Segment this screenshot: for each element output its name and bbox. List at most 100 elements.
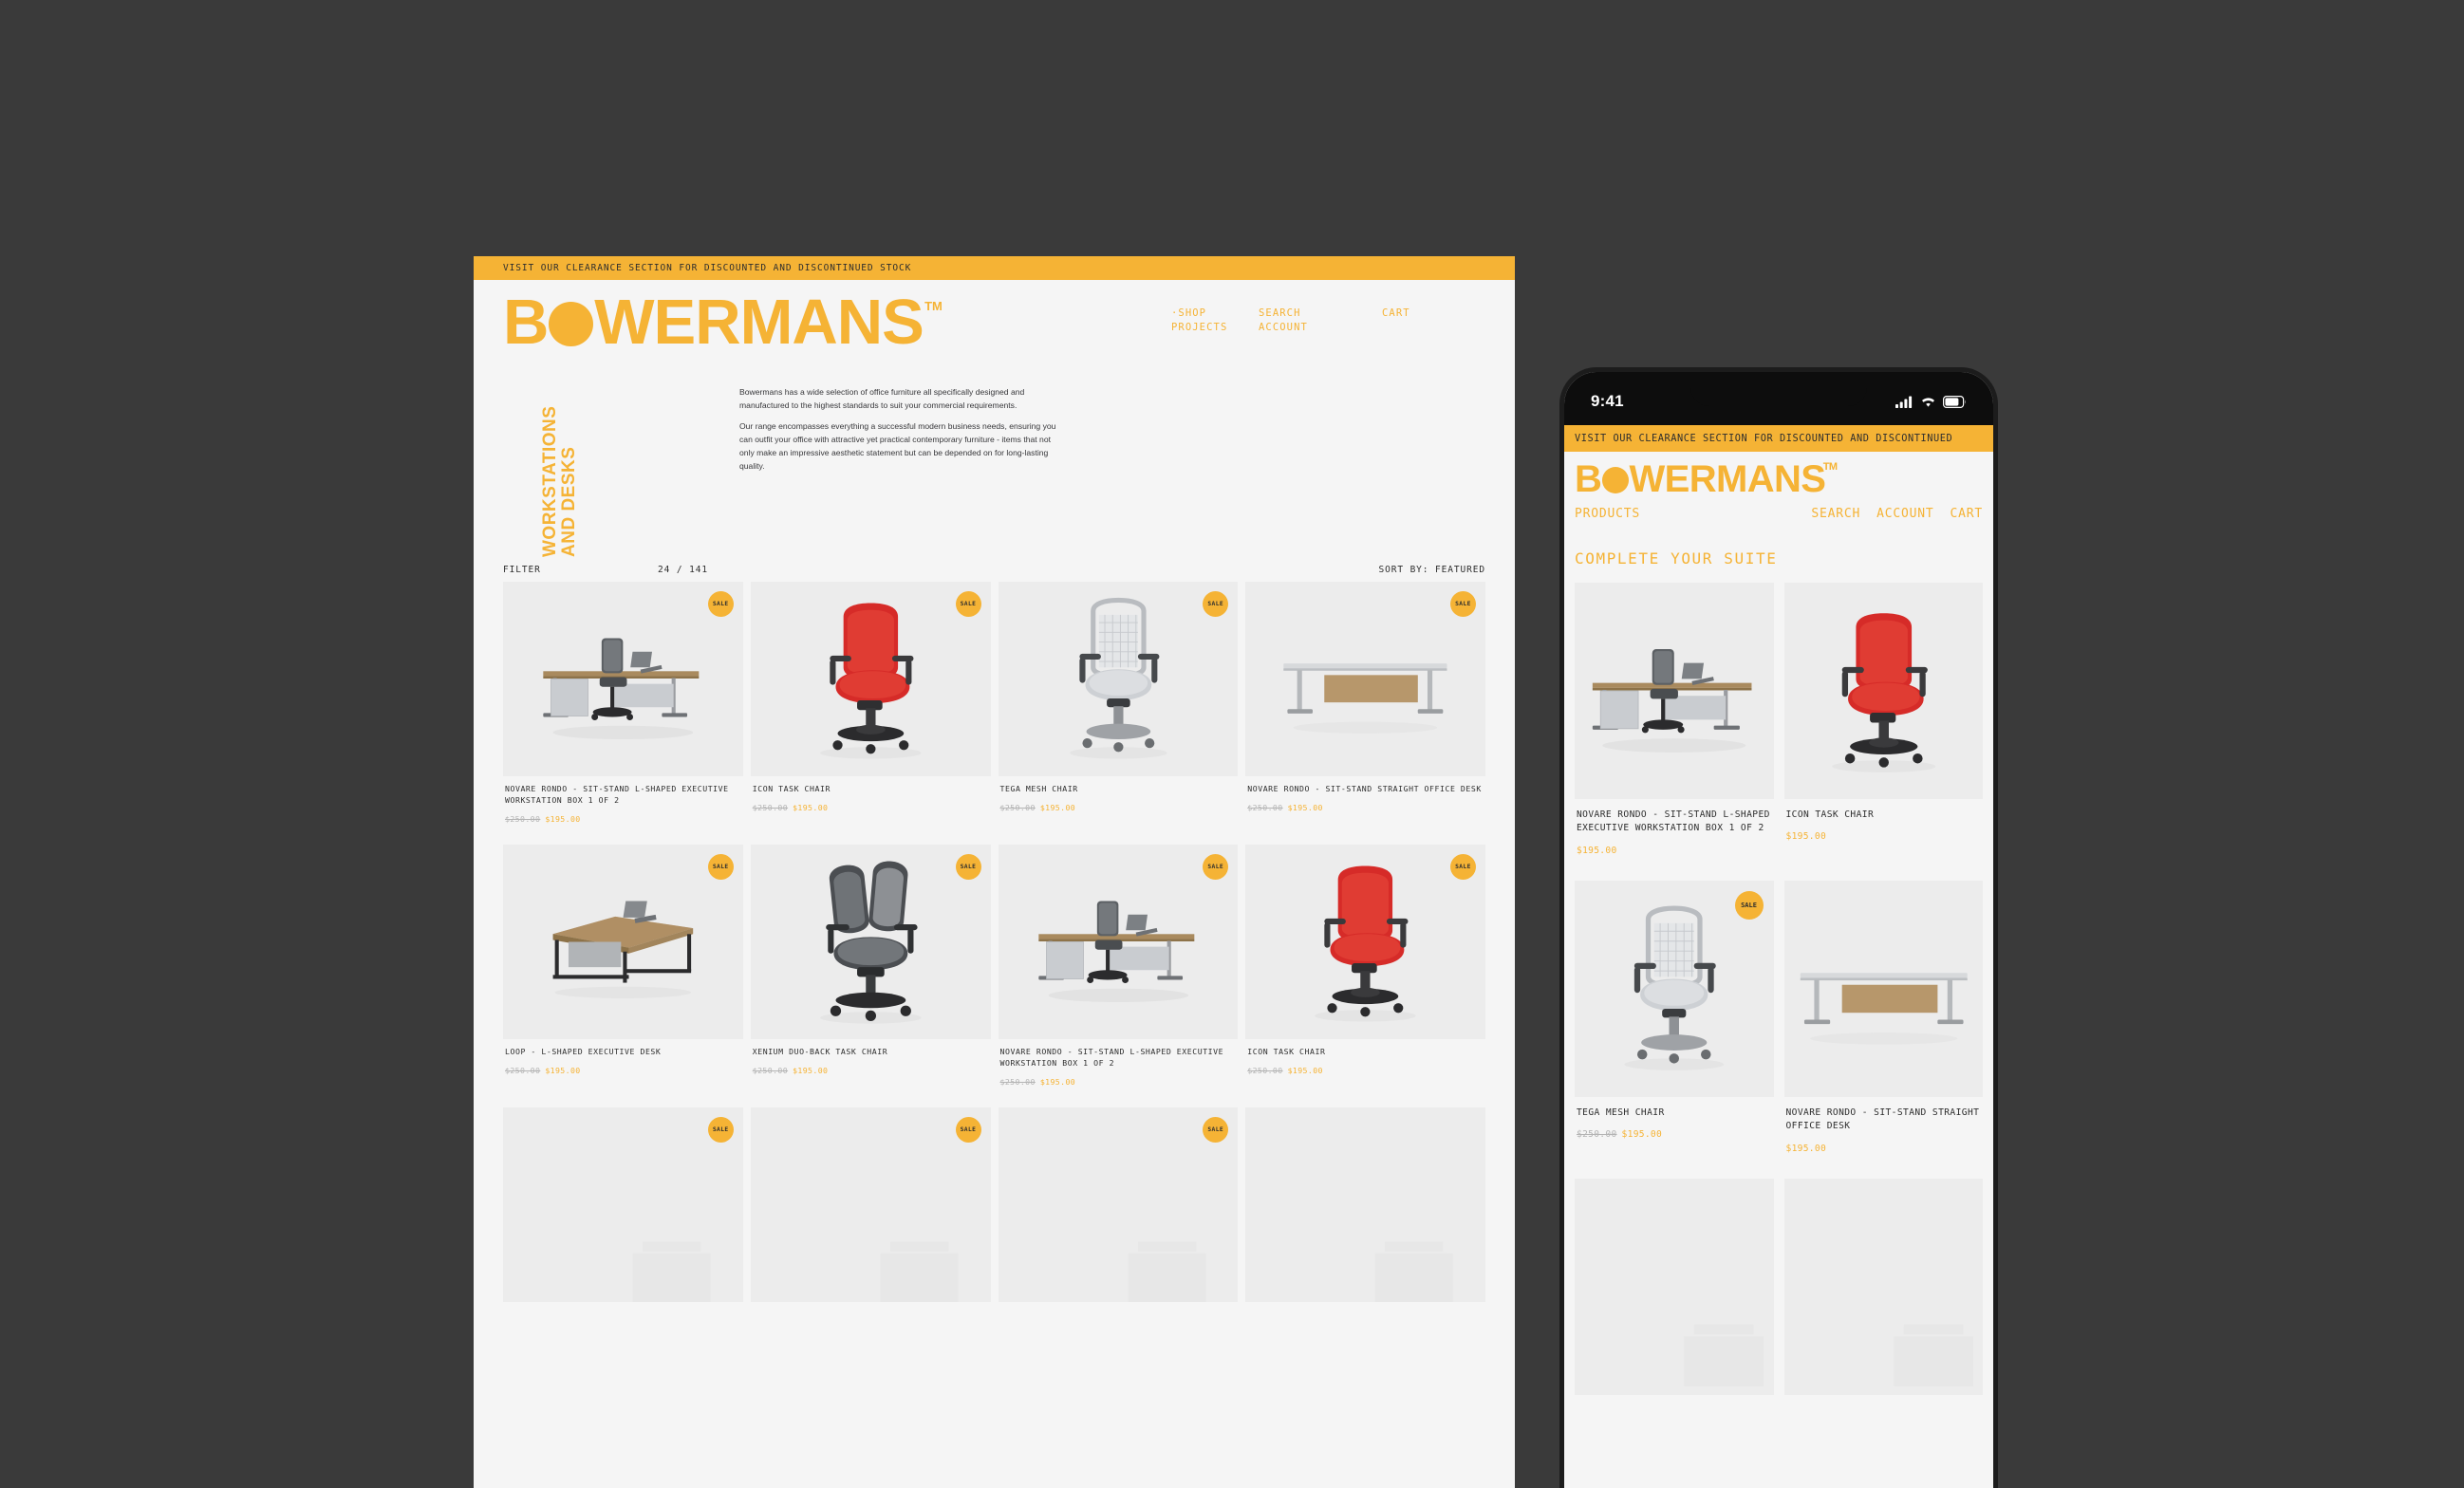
product-title: LOOP - L-SHAPED EXECUTIVE DESK <box>505 1046 662 1056</box>
nav-link-cart[interactable]: CART <box>1382 307 1439 321</box>
sale-badge[interactable]: SALE <box>1203 1116 1229 1143</box>
product-info <box>999 1302 1239 1330</box>
product-card[interactable]: SALE <box>503 1107 743 1330</box>
site-logo[interactable]: B WERMANS TM <box>503 290 943 354</box>
product-card[interactable]: SALE <box>750 1107 991 1330</box>
mobile-nav-account[interactable]: ACCOUNT <box>1876 507 1933 521</box>
product-card[interactable]: SALE NOVARE RONDO - SIT-STAND L-SHAPED EX… <box>503 582 743 845</box>
category-title-line-1: WORKSTATIONS <box>540 405 560 557</box>
product-image[interactable]: SALE <box>750 844 991 1039</box>
mobile-product-image[interactable] <box>1783 583 1983 799</box>
product-price: $250.00 $195.00 <box>1000 1077 1237 1087</box>
mobile-price-original: $250.00 <box>1577 1129 1617 1141</box>
nav-column-cart: CART <box>1382 307 1439 335</box>
sort-by-dropdown[interactable]: SORT BY: FEATURED <box>1378 565 1485 575</box>
product-image[interactable]: SALE <box>1245 844 1485 1039</box>
nav-link-shop[interactable]: ·SHOP <box>1171 307 1259 321</box>
filter-button[interactable]: FILTER <box>503 565 658 575</box>
product-card[interactable]: SALE ICON TASK CHAIR $250.00 $195.00 <box>750 582 991 845</box>
mobile-product-image[interactable]: SALE <box>1575 880 1774 1097</box>
desktop-promo-banner[interactable]: VISIT OUR CLEARANCE SECTION FOR DISCOUNT… <box>474 256 1515 280</box>
price-sale: $195.00 <box>793 1065 829 1075</box>
price-original: $250.00 <box>1247 1065 1283 1075</box>
product-price: $250.00 $195.00 <box>505 1066 741 1075</box>
nav-link-account[interactable]: ACCOUNT <box>1259 321 1382 335</box>
mobile-product-price: $250.00 $195.00 <box>1577 1129 1772 1140</box>
product-image[interactable]: SALE <box>998 844 1239 1039</box>
mobile-product-image[interactable] <box>1783 1178 1983 1395</box>
product-card[interactable] <box>1245 1107 1485 1330</box>
product-info: NOVARE RONDO - SIT-STAND L-SHAPED EXECUT… <box>503 776 743 845</box>
mobile-promo-banner[interactable]: VISIT OUR CLEARANCE SECTION FOR DISCOUNT… <box>1564 425 1993 452</box>
price-sale: $195.00 <box>545 813 581 824</box>
product-title: XENIUM DUO-BACK TASK CHAIR <box>752 1046 888 1056</box>
product-image[interactable]: SALE <box>503 1107 743 1302</box>
product-image[interactable]: SALE <box>503 844 743 1039</box>
product-card[interactable]: SALE TEGA MESH CHAIR $250.00 $195.00 <box>998 582 1239 845</box>
battery-icon <box>1943 395 1966 408</box>
mobile-product-card[interactable] <box>1575 1178 1774 1429</box>
mobile-sale-badge[interactable]: SALE <box>1734 890 1764 920</box>
mobile-product-card[interactable]: NOVARE RONDO - SIT-STAND L-SHAPED EXECUT… <box>1575 583 1774 881</box>
logo-text-after: WERMANS <box>594 287 924 358</box>
product-image[interactable]: SALE <box>750 1107 991 1302</box>
product-title: NOVARE RONDO - SIT-STAND L-SHAPED EXECUT… <box>999 1046 1224 1068</box>
mobile-product-card[interactable]: NOVARE RONDO - SIT-STAND STRAIGHT OFFICE… <box>1783 880 1983 1179</box>
sale-badge[interactable]: SALE <box>1203 853 1229 880</box>
product-card[interactable]: SALE ICON TASK CHAIR $250.00 $195.00 <box>1245 844 1485 1107</box>
product-info <box>1245 1302 1485 1330</box>
mobile-product-info <box>1575 1395 1774 1429</box>
price-original: $250.00 <box>752 1065 789 1075</box>
sale-badge[interactable]: SALE <box>955 591 981 617</box>
sale-badge[interactable]: SALE <box>955 853 981 880</box>
product-title: TEGA MESH CHAIR <box>999 784 1078 793</box>
product-image[interactable]: SALE <box>503 582 743 776</box>
price-sale: $195.00 <box>1287 802 1323 812</box>
desktop-browser-frame: VISIT OUR CLEARANCE SECTION FOR DISCOUNT… <box>474 256 1515 1488</box>
mobile-price-sale: $195.00 <box>1785 831 1827 843</box>
price-original: $250.00 <box>752 802 789 812</box>
product-info <box>503 1302 743 1330</box>
description-paragraph-2: Our range encompasses everything a succe… <box>739 420 1056 471</box>
screenshot-stage: VISIT OUR CLEARANCE SECTION FOR DISCOUNT… <box>0 0 2464 1488</box>
mobile-nav-cart[interactable]: CART <box>1950 507 1983 521</box>
mobile-site-logo[interactable]: B WERMANS TM <box>1575 460 1838 498</box>
product-image[interactable]: SALE <box>998 1107 1239 1302</box>
sale-badge[interactable]: SALE <box>1450 591 1476 617</box>
mobile-nav-search[interactable]: SEARCH <box>1811 507 1860 521</box>
product-image[interactable]: SALE <box>750 582 991 776</box>
mobile-product-card[interactable]: ICON TASK CHAIR $195.00 <box>1783 583 1984 881</box>
mobile-product-image[interactable] <box>1575 1178 1774 1395</box>
product-card[interactable]: SALE XENIUM DUO-BACK TASK CHAIR $250.00 $19… <box>750 844 991 1107</box>
product-image[interactable]: SALE <box>998 582 1239 776</box>
category-description: Bowermans has a wide selection of office… <box>739 386 1058 474</box>
status-bar-indicators <box>1895 395 1967 408</box>
product-card[interactable]: SALE NOVARE RONDO - SIT-STAND STRAIGHT OF… <box>1245 582 1485 845</box>
mobile-product-image[interactable] <box>1783 880 1983 1097</box>
nav-link-projects[interactable]: PROJECTS <box>1171 321 1259 335</box>
mobile-nav-products[interactable]: PRODUCTS <box>1575 507 1640 521</box>
mobile-product-card[interactable] <box>1783 1178 1983 1429</box>
mobile-product-image[interactable] <box>1575 583 1774 799</box>
sale-badge[interactable]: SALE <box>955 1116 981 1143</box>
sale-badge[interactable]: SALE <box>1450 853 1476 880</box>
sale-badge[interactable]: SALE <box>707 591 734 617</box>
price-sale: $195.00 <box>1287 1065 1323 1075</box>
product-price: $250.00 $195.00 <box>1000 803 1237 812</box>
sale-badge[interactable]: SALE <box>707 853 734 880</box>
sale-badge[interactable]: SALE <box>707 1116 734 1143</box>
desktop-header: B WERMANS TM ·SHOP PROJECTS SEARCH ACCOUN… <box>474 280 1515 367</box>
mobile-product-info: ICON TASK CHAIR $195.00 <box>1784 799 1984 866</box>
nav-link-search[interactable]: SEARCH <box>1259 307 1382 321</box>
product-card[interactable]: SALE NOVARE RONDO - SIT-STAND L-SHAPED EX… <box>998 844 1239 1107</box>
product-price: $250.00 $195.00 <box>505 814 741 824</box>
product-image[interactable] <box>1245 1107 1485 1302</box>
product-card[interactable]: SALE <box>998 1107 1239 1330</box>
product-info: ICON TASK CHAIR $250.00 $195.00 <box>751 776 991 833</box>
product-card[interactable]: SALE LOOP - L-SHAPED EXECUTIVE DESK $250.0… <box>503 844 743 1107</box>
mobile-phone-frame: 9:41 VISIT OUR CLEARANCE SECTION FOR DIS… <box>1564 372 1993 1488</box>
product-image[interactable]: SALE <box>1245 582 1485 776</box>
mobile-product-card[interactable]: SALE TEGA MESH CHAIR $250.00 $195.00 <box>1575 880 1774 1179</box>
mobile-product-info: NOVARE RONDO - SIT-STAND L-SHAPED EXECUT… <box>1575 799 1774 881</box>
logo-text-before: B <box>503 287 549 358</box>
